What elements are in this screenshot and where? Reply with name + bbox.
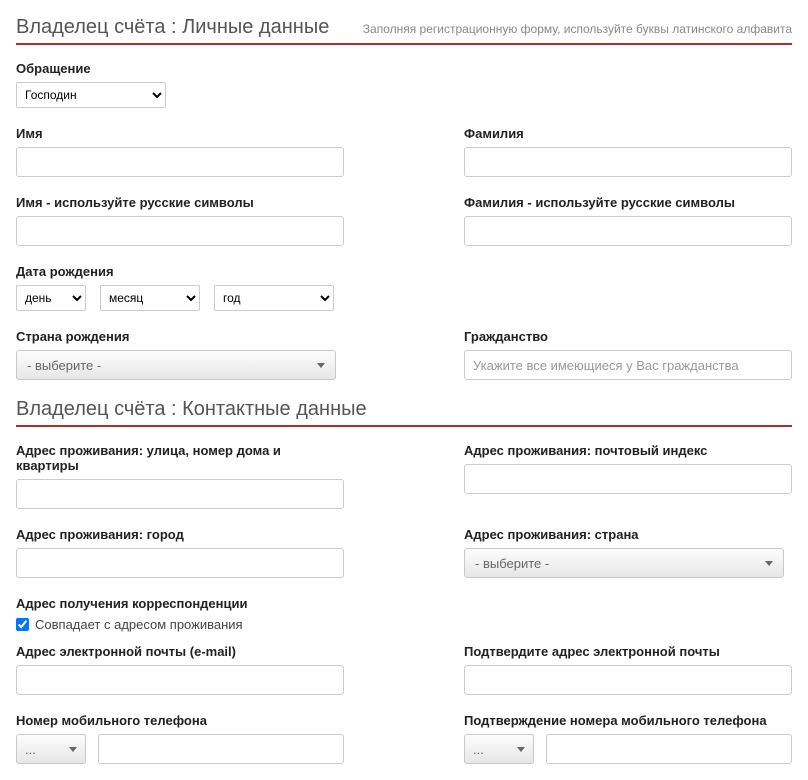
chevron-down-icon [69, 747, 77, 752]
mobile-confirm-input[interactable] [546, 734, 792, 764]
first-name-ru-input[interactable] [16, 216, 344, 246]
chevron-down-icon [317, 363, 325, 368]
mobile-prefix-select[interactable]: ... [16, 734, 86, 764]
section-contact-title: Владелец счёта : Контактные данные [16, 398, 367, 421]
citizenship-label: Гражданство [464, 329, 792, 344]
citizenship-input[interactable] [464, 350, 792, 380]
first-name-input[interactable] [16, 147, 344, 177]
mobile-prefix-value: ... [25, 742, 36, 757]
salutation-select[interactable]: Господин [16, 82, 166, 108]
birth-country-value: - выберите - [27, 358, 101, 373]
mail-addr-same-checkbox[interactable] [16, 618, 29, 631]
chevron-down-icon [517, 747, 525, 752]
mobile-confirm-label: Подтверждение номера мобильного телефона [464, 713, 792, 728]
dob-day-select[interactable]: день [16, 285, 86, 311]
section-personal-hint: Заполняя регистрационную форму, использу… [363, 22, 792, 36]
birth-country-label: Страна рождения [16, 329, 344, 344]
dob-year-select[interactable]: год [214, 285, 334, 311]
last-name-ru-input[interactable] [464, 216, 792, 246]
mail-addr-checkbox-label: Совпадает с адресом проживания [35, 617, 243, 632]
mail-addr-label: Адрес получения корреспонденции [16, 596, 792, 611]
addr-city-input[interactable] [16, 548, 344, 578]
addr-country-select[interactable]: - выберите - [464, 548, 784, 578]
addr-city-label: Адрес проживания: город [16, 527, 344, 542]
addr-country-label: Адрес проживания: страна [464, 527, 792, 542]
mobile-confirm-prefix-value: ... [473, 742, 484, 757]
chevron-down-icon [765, 561, 773, 566]
salutation-label: Обращение [16, 61, 166, 76]
section-contact-header: Владелец счёта : Контактные данные [16, 398, 792, 427]
addr-country-value: - выберите - [475, 556, 549, 571]
email-confirm-label: Подтвердите адрес электронной почты [464, 644, 792, 659]
last-name-ru-label: Фамилия - используйте русские символы [464, 195, 792, 210]
email-input[interactable] [16, 665, 344, 695]
dob-label: Дата рождения [16, 264, 792, 279]
dob-month-select[interactable]: месяц [100, 285, 200, 311]
last-name-label: Фамилия [464, 126, 792, 141]
email-label: Адрес электронной почты (e-mail) [16, 644, 344, 659]
addr-street-label: Адрес проживания: улица, номер дома и кв… [16, 443, 344, 473]
addr-postal-input[interactable] [464, 464, 792, 494]
addr-street-input[interactable] [16, 479, 344, 509]
section-personal-header: Владелец счёта : Личные данные Заполняя … [16, 16, 792, 45]
mobile-input[interactable] [98, 734, 344, 764]
birth-country-select[interactable]: - выберите - [16, 350, 336, 380]
first-name-label: Имя [16, 126, 344, 141]
first-name-ru-label: Имя - используйте русские символы [16, 195, 344, 210]
mobile-confirm-prefix-select[interactable]: ... [464, 734, 534, 764]
email-confirm-input[interactable] [464, 665, 792, 695]
section-personal-title: Владелец счёта : Личные данные [16, 16, 329, 39]
mobile-label: Номер мобильного телефона [16, 713, 344, 728]
last-name-input[interactable] [464, 147, 792, 177]
addr-postal-label: Адрес проживания: почтовый индекс [464, 443, 792, 458]
